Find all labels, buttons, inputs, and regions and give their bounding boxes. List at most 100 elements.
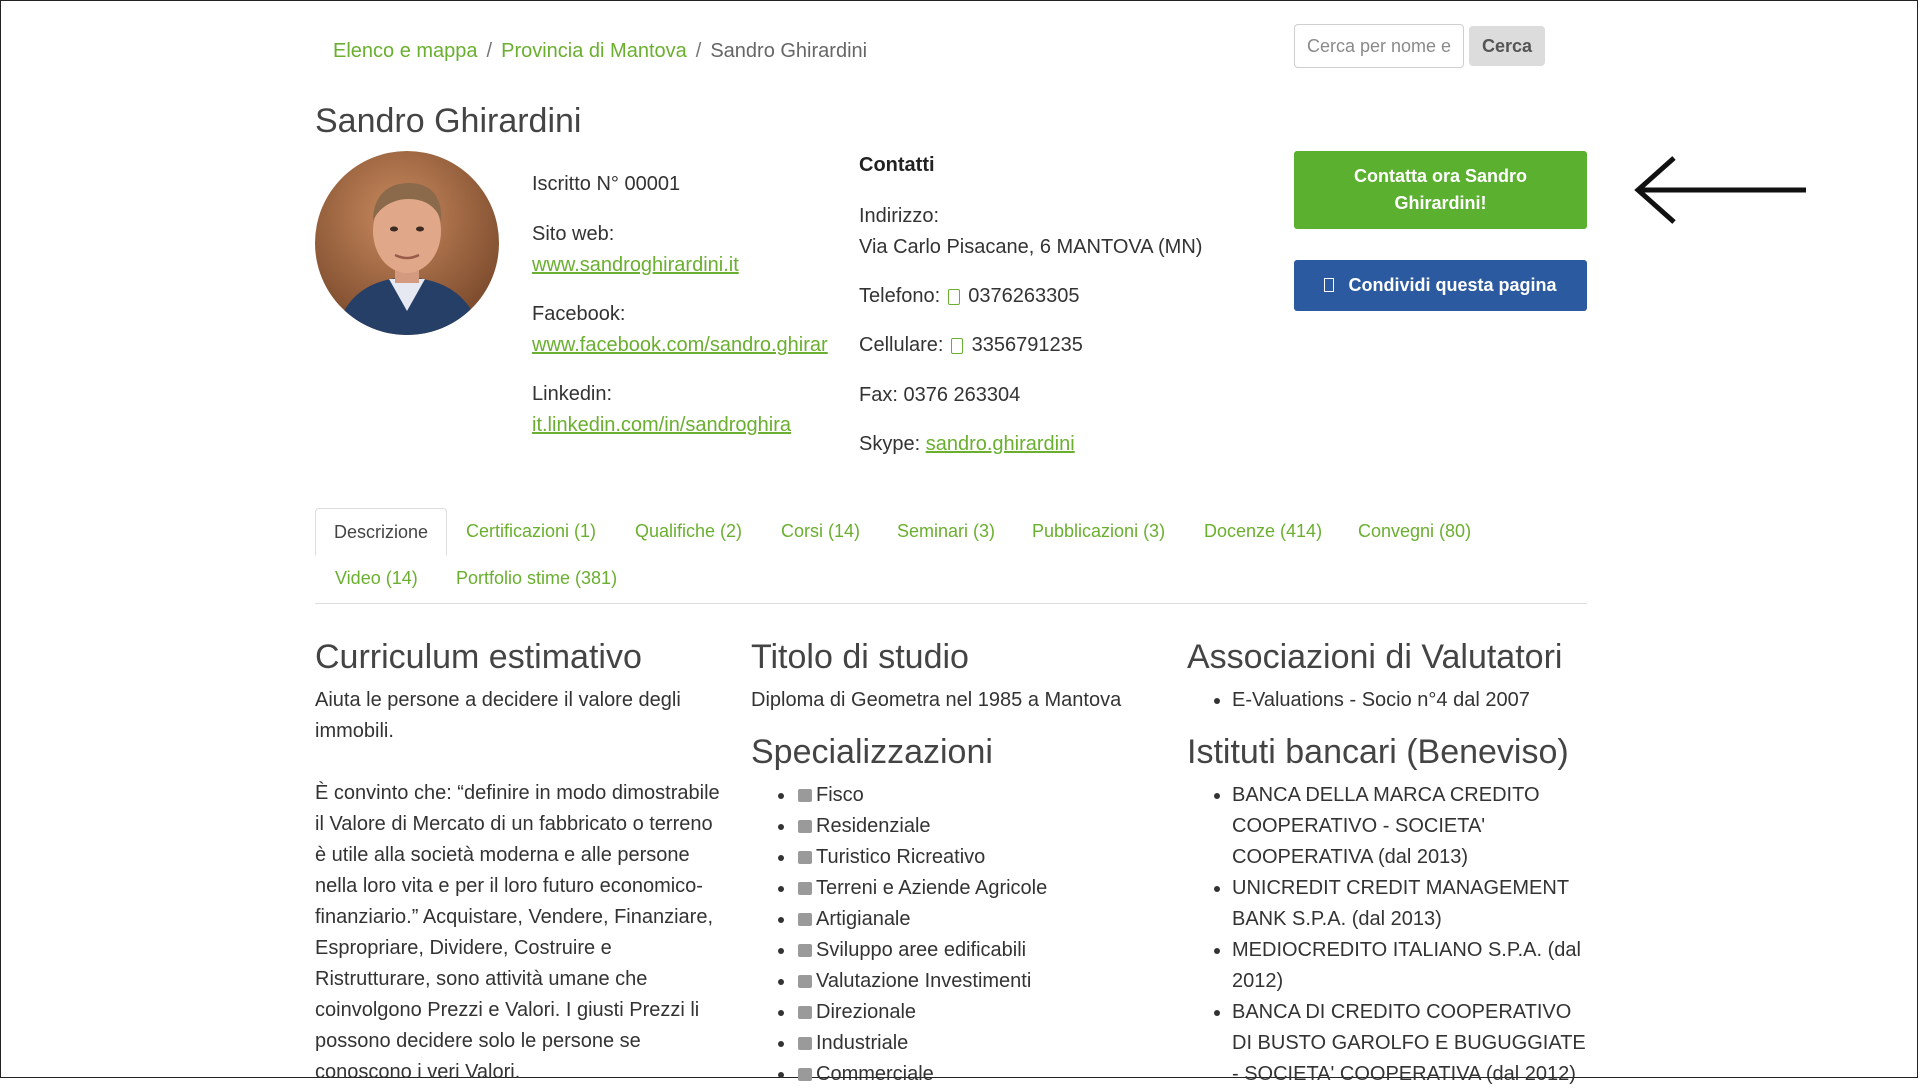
list-item: BANCA DI CREDITO COOPERATIVO DI BUSTO GA…	[1232, 997, 1587, 1090]
specialization-label: Turistico Ricreativo	[816, 846, 986, 868]
shop-icon	[798, 1068, 812, 1081]
specialization-label: Industriale	[816, 1032, 909, 1054]
contacts-title: Contatti	[859, 154, 935, 176]
curriculum-body: È convinto che: “definire in modo dimost…	[315, 782, 720, 1083]
skype-label: Skype:	[859, 433, 921, 455]
search-button[interactable]: Cerca	[1469, 26, 1545, 66]
skype-link[interactable]: sandro.ghirardini	[926, 433, 1075, 455]
plant-icon	[798, 882, 812, 895]
list-item: Valutazione Investimenti	[796, 966, 1161, 997]
list-item: Fisco	[796, 780, 1161, 811]
breadcrumb: Elenco e mappa / Provincia di Mantova / Sand…	[333, 40, 867, 63]
share-icon	[1324, 278, 1335, 292]
facebook-block: Facebook: www.facebook.com/sandro.ghirar	[532, 299, 828, 361]
associations-heading: Associazioni di Valutatori	[1187, 638, 1563, 676]
breadcrumb-separator: /	[695, 40, 702, 62]
banks-heading: Istituti bancari (Beneviso)	[1187, 733, 1569, 771]
list-item: E-Valuations - Socio n°4 dal 2007	[1232, 685, 1587, 716]
contact-now-button[interactable]: Contatta ora Sandro Ghirardini!	[1294, 151, 1587, 229]
share-button-label: Condividi questa pagina	[1348, 275, 1557, 295]
education-text: Diploma di Geometra nel 1985 a Mantova	[751, 689, 1122, 711]
facebook-link[interactable]: www.facebook.com/sandro.ghirar	[532, 330, 828, 361]
breadcrumb-current: Sandro Ghirardini	[710, 40, 868, 62]
profile-tabs: Descrizione Certificazioni (1) Qualifich…	[315, 508, 1587, 604]
list-item: MEDIOCREDITO ITALIANO S.P.A. (dal 2012)	[1232, 935, 1587, 997]
tab-pubblicazioni[interactable]: Pubblicazioni (3)	[1032, 521, 1165, 542]
camera-icon	[798, 851, 812, 864]
specialization-label: Sviluppo aree edificabili	[816, 939, 1027, 961]
curriculum-heading: Curriculum estimativo	[315, 638, 642, 676]
list-item: Commerciale	[796, 1059, 1161, 1090]
tab-portfolio-stime[interactable]: Portfolio stime (381)	[456, 568, 617, 589]
website-label: Sito web:	[532, 223, 615, 245]
mobile-label: Cellulare:	[859, 334, 944, 356]
skype-row: Skype: sandro.ghirardini	[859, 429, 1075, 460]
list-item: Terreni e Aziende Agricole	[796, 873, 1161, 904]
tab-corsi[interactable]: Corsi (14)	[781, 521, 860, 542]
associations-section: Associazioni di Valutatori E-Valuations …	[1187, 637, 1587, 1090]
curriculum-intro: Aiuta le persone a decidere il valore de…	[315, 689, 681, 742]
linkedin-block: Linkedin: it.linkedin.com/in/sandroghira	[532, 379, 791, 441]
breadcrumb-link-elenco[interactable]: Elenco e mappa	[333, 40, 478, 62]
list-item: Residenziale	[796, 811, 1161, 842]
mobile-value[interactable]: 3356791235	[972, 334, 1083, 356]
list-item: Sviluppo aree edificabili	[796, 935, 1161, 966]
breadcrumb-separator: /	[486, 40, 493, 62]
associations-list: E-Valuations - Socio n°4 dal 2007	[1187, 685, 1587, 716]
avatar	[315, 151, 499, 335]
tab-convegni[interactable]: Convegni (80)	[1358, 521, 1471, 542]
page-title: Sandro Ghirardini	[315, 102, 582, 140]
address-label: Indirizzo:	[859, 205, 940, 227]
left-arrow-icon	[1634, 156, 1806, 224]
specialization-label: Artigianale	[816, 908, 911, 930]
education-section: Titolo di studio Diploma di Geometra nel…	[751, 637, 1161, 1090]
specialization-label: Fisco	[816, 784, 864, 806]
fax-row: Fax: 0376 263304	[859, 384, 1021, 406]
list-item: Turistico Ricreativo	[796, 842, 1161, 873]
list-item: Direzionale	[796, 997, 1161, 1028]
factory-icon	[798, 1037, 812, 1050]
mobile-row: Cellulare: 3356791235	[859, 330, 1083, 361]
banks-list: BANCA DELLA MARCA CREDITO COOPERATIVO - …	[1187, 780, 1587, 1090]
list-item: UNICREDIT CREDIT MANAGEMENT BANK S.P.A. …	[1232, 873, 1587, 935]
specialization-label: Terreni e Aziende Agricole	[816, 877, 1048, 899]
phone-value[interactable]: 0376263305	[968, 285, 1079, 307]
tax-house-icon	[798, 789, 812, 802]
education-heading: Titolo di studio	[751, 638, 969, 676]
linkedin-link[interactable]: it.linkedin.com/in/sandroghira	[532, 410, 791, 441]
facebook-label: Facebook:	[532, 303, 626, 325]
breadcrumb-link-provincia[interactable]: Provincia di Mantova	[501, 40, 687, 62]
address-value: Via Carlo Pisacane, 6 MANTOVA (MN)	[859, 236, 1203, 258]
specialization-label: Commerciale	[816, 1063, 934, 1085]
avatar-portrait	[315, 151, 499, 335]
specializations-list: Fisco Residenziale Turistico Ricreativo …	[751, 780, 1161, 1090]
specialization-label: Residenziale	[816, 815, 931, 837]
registration-number: Iscritto N° 00001	[532, 173, 681, 195]
list-item: Industriale	[796, 1028, 1161, 1059]
website-block: Sito web: www.sandroghirardini.it	[532, 219, 739, 281]
building-area-icon	[798, 944, 812, 957]
tab-video[interactable]: Video (14)	[335, 568, 418, 589]
list-item: Artigianale	[796, 904, 1161, 935]
tab-qualifiche[interactable]: Qualifiche (2)	[635, 521, 742, 542]
list-item: BANCA DELLA MARCA CREDITO COOPERATIVO - …	[1232, 780, 1587, 873]
tab-docenze[interactable]: Docenze (414)	[1204, 521, 1322, 542]
share-page-button[interactable]: Condividi questa pagina	[1294, 260, 1587, 311]
search-input[interactable]	[1294, 24, 1464, 68]
phone-icon	[947, 288, 960, 305]
website-link[interactable]: www.sandroghirardini.it	[532, 250, 739, 281]
tab-certificazioni[interactable]: Certificazioni (1)	[466, 521, 596, 542]
mobile-phone-icon	[951, 337, 964, 354]
curriculum-section: Curriculum estimativo Aiuta le persone a…	[315, 637, 725, 1088]
phone-label: Telefono:	[859, 285, 941, 307]
office-building-icon	[798, 1006, 812, 1019]
phone-row: Telefono: 0376263305	[859, 281, 1080, 312]
tab-seminari[interactable]: Seminari (3)	[897, 521, 995, 542]
specializations-heading: Specializzazioni	[751, 733, 993, 771]
tools-icon	[798, 913, 812, 926]
specialization-label: Direzionale	[816, 1001, 917, 1023]
house-icon	[798, 820, 812, 833]
linkedin-label: Linkedin:	[532, 383, 613, 405]
investment-icon	[798, 975, 812, 988]
tab-descrizione[interactable]: Descrizione	[315, 508, 448, 556]
